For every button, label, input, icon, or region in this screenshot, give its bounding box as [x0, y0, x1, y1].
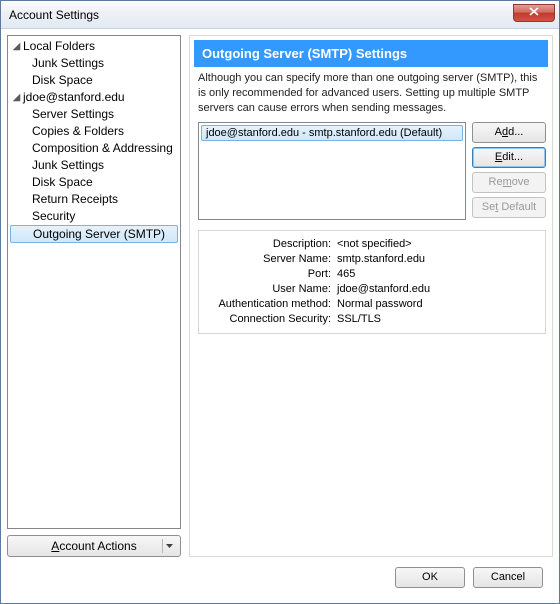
tree-item-account[interactable]: ◢jdoe@stanford.edu [8, 89, 180, 106]
account-actions-label: Account Actions [51, 539, 136, 553]
tree-item-server-settings[interactable]: Server Settings [8, 106, 180, 123]
panel-description: Although you can specify more than one o… [190, 71, 552, 122]
detail-value-port: 465 [337, 267, 537, 282]
detail-value-description: <not specified> [337, 237, 537, 252]
account-tree[interactable]: ◢Local Folders Junk Settings Disk Space … [7, 35, 181, 529]
titlebar: Account Settings [1, 1, 559, 29]
panel-heading: Outgoing Server (SMTP) Settings [194, 40, 548, 67]
account-tree-panel: ◢Local Folders Junk Settings Disk Space … [7, 35, 181, 557]
detail-label-auth: Authentication method: [207, 297, 337, 312]
detail-label-security: Connection Security: [207, 312, 337, 327]
account-settings-window: Account Settings ◢Local Folders Junk Set… [0, 0, 560, 604]
tree-item-security[interactable]: Security [8, 208, 180, 225]
smtp-details: Description:<not specified> Server Name:… [198, 230, 546, 334]
detail-label-user-name: User Name: [207, 282, 337, 297]
tree-item-junk-settings-2[interactable]: Junk Settings [8, 157, 180, 174]
detail-value-server-name: smtp.stanford.edu [337, 252, 537, 267]
tree-item-return-receipts[interactable]: Return Receipts [8, 191, 180, 208]
add-button[interactable]: Add... [472, 122, 546, 143]
detail-label-description: Description: [207, 237, 337, 252]
cancel-button[interactable]: Cancel [473, 567, 543, 588]
tree-item-local-folders[interactable]: ◢Local Folders [8, 38, 180, 55]
smtp-button-column: Add... Edit... Remove Set Default [472, 122, 546, 218]
expander-icon[interactable]: ◢ [12, 89, 21, 106]
detail-value-security: SSL/TLS [337, 312, 537, 327]
expander-icon[interactable]: ◢ [12, 38, 21, 55]
settings-panel: Outgoing Server (SMTP) Settings Although… [189, 35, 553, 557]
set-default-button: Set Default [472, 197, 546, 218]
ok-button[interactable]: OK [395, 567, 465, 588]
client-area: ◢Local Folders Junk Settings Disk Space … [1, 29, 559, 603]
account-actions-button[interactable]: Account Actions [7, 535, 181, 557]
detail-value-auth: Normal password [337, 297, 537, 312]
tree-item-disk-space-2[interactable]: Disk Space [8, 174, 180, 191]
close-button[interactable] [513, 4, 555, 22]
detail-label-server-name: Server Name: [207, 252, 337, 267]
edit-button[interactable]: Edit... [472, 147, 546, 168]
window-title: Account Settings [9, 8, 99, 22]
tree-item-composition[interactable]: Composition & Addressing [8, 140, 180, 157]
remove-button: Remove [472, 172, 546, 193]
smtp-server-item[interactable]: jdoe@stanford.edu - smtp.stanford.edu (D… [201, 125, 463, 141]
dialog-footer: OK Cancel [7, 557, 553, 597]
detail-value-user-name: jdoe@stanford.edu [337, 282, 537, 297]
dropdown-icon [162, 539, 176, 553]
detail-label-port: Port: [207, 267, 337, 282]
tree-item-junk-settings[interactable]: Junk Settings [8, 55, 180, 72]
close-icon [529, 7, 539, 16]
tree-item-disk-space[interactable]: Disk Space [8, 72, 180, 89]
tree-item-outgoing-smtp[interactable]: Outgoing Server (SMTP) [10, 225, 178, 243]
tree-item-copies-folders[interactable]: Copies & Folders [8, 123, 180, 140]
smtp-server-list[interactable]: jdoe@stanford.edu - smtp.stanford.edu (D… [198, 122, 466, 220]
